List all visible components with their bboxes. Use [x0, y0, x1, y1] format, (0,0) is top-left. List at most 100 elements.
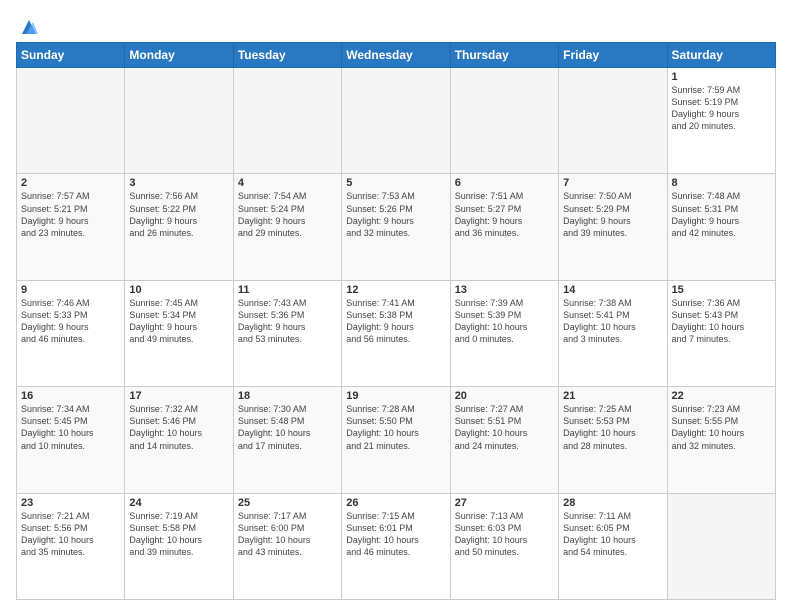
week-row-5: 23Sunrise: 7:21 AM Sunset: 5:56 PM Dayli…	[17, 493, 776, 599]
day-number: 14	[563, 284, 662, 296]
day-cell: 1Sunrise: 7:59 AM Sunset: 5:19 PM Daylig…	[667, 68, 775, 174]
day-cell: 11Sunrise: 7:43 AM Sunset: 5:36 PM Dayli…	[233, 280, 341, 386]
day-cell: 2Sunrise: 7:57 AM Sunset: 5:21 PM Daylig…	[17, 174, 125, 280]
logo	[16, 16, 42, 34]
day-number: 8	[672, 177, 771, 189]
day-number: 13	[455, 284, 554, 296]
day-info: Sunrise: 7:28 AM Sunset: 5:50 PM Dayligh…	[346, 403, 445, 452]
day-cell: 3Sunrise: 7:56 AM Sunset: 5:22 PM Daylig…	[125, 174, 233, 280]
header	[16, 12, 776, 34]
day-info: Sunrise: 7:50 AM Sunset: 5:29 PM Dayligh…	[563, 190, 662, 239]
day-info: Sunrise: 7:57 AM Sunset: 5:21 PM Dayligh…	[21, 190, 120, 239]
day-info: Sunrise: 7:51 AM Sunset: 5:27 PM Dayligh…	[455, 190, 554, 239]
day-cell	[342, 68, 450, 174]
week-row-2: 2Sunrise: 7:57 AM Sunset: 5:21 PM Daylig…	[17, 174, 776, 280]
day-number: 10	[129, 284, 228, 296]
weekday-saturday: Saturday	[667, 43, 775, 68]
day-cell: 15Sunrise: 7:36 AM Sunset: 5:43 PM Dayli…	[667, 280, 775, 386]
day-cell: 16Sunrise: 7:34 AM Sunset: 5:45 PM Dayli…	[17, 387, 125, 493]
week-row-1: 1Sunrise: 7:59 AM Sunset: 5:19 PM Daylig…	[17, 68, 776, 174]
day-info: Sunrise: 7:38 AM Sunset: 5:41 PM Dayligh…	[563, 297, 662, 346]
day-info: Sunrise: 7:46 AM Sunset: 5:33 PM Dayligh…	[21, 297, 120, 346]
day-cell: 5Sunrise: 7:53 AM Sunset: 5:26 PM Daylig…	[342, 174, 450, 280]
day-info: Sunrise: 7:23 AM Sunset: 5:55 PM Dayligh…	[672, 403, 771, 452]
day-number: 24	[129, 497, 228, 509]
day-info: Sunrise: 7:11 AM Sunset: 6:05 PM Dayligh…	[563, 510, 662, 559]
day-info: Sunrise: 7:54 AM Sunset: 5:24 PM Dayligh…	[238, 190, 337, 239]
page: SundayMondayTuesdayWednesdayThursdayFrid…	[0, 0, 792, 612]
day-info: Sunrise: 7:17 AM Sunset: 6:00 PM Dayligh…	[238, 510, 337, 559]
logo-text	[16, 16, 42, 34]
day-number: 21	[563, 390, 662, 402]
day-cell: 27Sunrise: 7:13 AM Sunset: 6:03 PM Dayli…	[450, 493, 558, 599]
day-cell	[125, 68, 233, 174]
day-cell: 8Sunrise: 7:48 AM Sunset: 5:31 PM Daylig…	[667, 174, 775, 280]
weekday-header-row: SundayMondayTuesdayWednesdayThursdayFrid…	[17, 43, 776, 68]
day-info: Sunrise: 7:25 AM Sunset: 5:53 PM Dayligh…	[563, 403, 662, 452]
day-info: Sunrise: 7:27 AM Sunset: 5:51 PM Dayligh…	[455, 403, 554, 452]
day-info: Sunrise: 7:21 AM Sunset: 5:56 PM Dayligh…	[21, 510, 120, 559]
day-number: 9	[21, 284, 120, 296]
day-cell	[233, 68, 341, 174]
day-info: Sunrise: 7:59 AM Sunset: 5:19 PM Dayligh…	[672, 84, 771, 133]
day-cell: 18Sunrise: 7:30 AM Sunset: 5:48 PM Dayli…	[233, 387, 341, 493]
day-number: 4	[238, 177, 337, 189]
day-cell: 9Sunrise: 7:46 AM Sunset: 5:33 PM Daylig…	[17, 280, 125, 386]
day-number: 25	[238, 497, 337, 509]
day-cell	[450, 68, 558, 174]
day-cell: 17Sunrise: 7:32 AM Sunset: 5:46 PM Dayli…	[125, 387, 233, 493]
day-info: Sunrise: 7:45 AM Sunset: 5:34 PM Dayligh…	[129, 297, 228, 346]
day-cell: 4Sunrise: 7:54 AM Sunset: 5:24 PM Daylig…	[233, 174, 341, 280]
day-cell: 12Sunrise: 7:41 AM Sunset: 5:38 PM Dayli…	[342, 280, 450, 386]
day-cell	[667, 493, 775, 599]
day-number: 12	[346, 284, 445, 296]
day-number: 6	[455, 177, 554, 189]
day-info: Sunrise: 7:39 AM Sunset: 5:39 PM Dayligh…	[455, 297, 554, 346]
day-cell: 23Sunrise: 7:21 AM Sunset: 5:56 PM Dayli…	[17, 493, 125, 599]
day-info: Sunrise: 7:43 AM Sunset: 5:36 PM Dayligh…	[238, 297, 337, 346]
day-cell: 6Sunrise: 7:51 AM Sunset: 5:27 PM Daylig…	[450, 174, 558, 280]
day-cell: 14Sunrise: 7:38 AM Sunset: 5:41 PM Dayli…	[559, 280, 667, 386]
day-cell	[559, 68, 667, 174]
day-number: 11	[238, 284, 337, 296]
day-info: Sunrise: 7:30 AM Sunset: 5:48 PM Dayligh…	[238, 403, 337, 452]
day-number: 7	[563, 177, 662, 189]
day-number: 5	[346, 177, 445, 189]
weekday-thursday: Thursday	[450, 43, 558, 68]
day-info: Sunrise: 7:15 AM Sunset: 6:01 PM Dayligh…	[346, 510, 445, 559]
logo-icon	[18, 16, 40, 38]
day-cell: 26Sunrise: 7:15 AM Sunset: 6:01 PM Dayli…	[342, 493, 450, 599]
day-number: 22	[672, 390, 771, 402]
day-cell: 28Sunrise: 7:11 AM Sunset: 6:05 PM Dayli…	[559, 493, 667, 599]
day-cell	[17, 68, 125, 174]
day-cell: 25Sunrise: 7:17 AM Sunset: 6:00 PM Dayli…	[233, 493, 341, 599]
day-number: 19	[346, 390, 445, 402]
day-number: 15	[672, 284, 771, 296]
day-number: 2	[21, 177, 120, 189]
weekday-tuesday: Tuesday	[233, 43, 341, 68]
weekday-friday: Friday	[559, 43, 667, 68]
day-number: 20	[455, 390, 554, 402]
day-info: Sunrise: 7:53 AM Sunset: 5:26 PM Dayligh…	[346, 190, 445, 239]
day-cell: 24Sunrise: 7:19 AM Sunset: 5:58 PM Dayli…	[125, 493, 233, 599]
day-number: 1	[672, 71, 771, 83]
day-number: 18	[238, 390, 337, 402]
day-info: Sunrise: 7:41 AM Sunset: 5:38 PM Dayligh…	[346, 297, 445, 346]
day-cell: 7Sunrise: 7:50 AM Sunset: 5:29 PM Daylig…	[559, 174, 667, 280]
week-row-3: 9Sunrise: 7:46 AM Sunset: 5:33 PM Daylig…	[17, 280, 776, 386]
day-number: 23	[21, 497, 120, 509]
day-number: 17	[129, 390, 228, 402]
day-cell: 19Sunrise: 7:28 AM Sunset: 5:50 PM Dayli…	[342, 387, 450, 493]
day-number: 16	[21, 390, 120, 402]
week-row-4: 16Sunrise: 7:34 AM Sunset: 5:45 PM Dayli…	[17, 387, 776, 493]
day-cell: 20Sunrise: 7:27 AM Sunset: 5:51 PM Dayli…	[450, 387, 558, 493]
weekday-monday: Monday	[125, 43, 233, 68]
day-cell: 22Sunrise: 7:23 AM Sunset: 5:55 PM Dayli…	[667, 387, 775, 493]
day-number: 28	[563, 497, 662, 509]
day-cell: 10Sunrise: 7:45 AM Sunset: 5:34 PM Dayli…	[125, 280, 233, 386]
day-info: Sunrise: 7:34 AM Sunset: 5:45 PM Dayligh…	[21, 403, 120, 452]
day-cell: 21Sunrise: 7:25 AM Sunset: 5:53 PM Dayli…	[559, 387, 667, 493]
day-info: Sunrise: 7:48 AM Sunset: 5:31 PM Dayligh…	[672, 190, 771, 239]
weekday-wednesday: Wednesday	[342, 43, 450, 68]
day-number: 27	[455, 497, 554, 509]
